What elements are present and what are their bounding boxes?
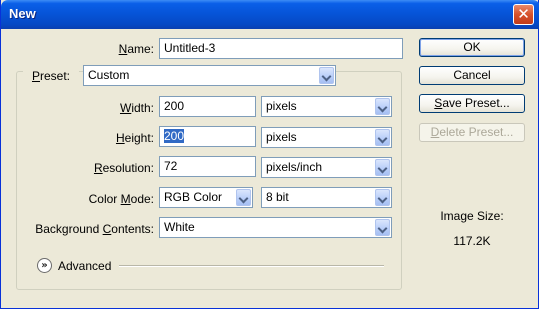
chevron-down-icon[interactable]	[375, 219, 390, 236]
width-unit-select[interactable]: pixels	[261, 96, 392, 117]
height-input[interactable]: 200	[159, 126, 256, 147]
height-unit-value: pixels	[266, 130, 297, 144]
color-mode-value: RGB Color	[164, 190, 223, 204]
width-label: Width:	[119, 101, 154, 115]
height-unit-select[interactable]: pixels	[261, 127, 392, 148]
name-label: Name:	[118, 42, 154, 56]
background-contents-label: Background Contents:	[35, 222, 154, 236]
bit-depth-value: 8 bit	[266, 190, 289, 204]
close-icon[interactable]: ✕	[513, 4, 534, 25]
chevron-down-icon[interactable]	[375, 159, 390, 176]
cancel-button[interactable]: Cancel	[419, 66, 525, 85]
ok-button[interactable]: OK	[419, 38, 525, 57]
title-bar[interactable]: New ✕	[1, 0, 539, 29]
height-selected-text: 200	[164, 129, 185, 143]
resolution-label: Resolution:	[93, 161, 154, 175]
chevron-down-icon[interactable]	[319, 67, 334, 84]
resolution-unit-value: pixels/inch	[266, 160, 323, 174]
name-input[interactable]: Untitled-3	[159, 38, 403, 59]
image-size-value: 117.2K	[453, 234, 491, 248]
color-mode-label: Color Mode:	[88, 192, 154, 206]
height-label: Height:	[115, 131, 154, 145]
width-input[interactable]: 200	[159, 96, 256, 117]
expand-chevron-icon[interactable]: »	[37, 258, 52, 273]
bit-depth-select[interactable]: 8 bit	[261, 187, 392, 208]
preset-label: Preset:	[23, 69, 79, 83]
resolution-unit-select[interactable]: pixels/inch	[261, 157, 392, 178]
delete-preset-button: Delete Preset...	[419, 123, 525, 142]
preset-select[interactable]: Custom	[83, 65, 336, 86]
background-contents-value: White	[164, 220, 195, 234]
chevron-down-icon[interactable]	[375, 129, 390, 146]
new-document-dialog: New ✕ Name: Untitled-3 Preset: Custom Wi…	[0, 0, 539, 309]
chevron-down-icon[interactable]	[236, 189, 251, 206]
chevron-down-icon[interactable]	[375, 98, 390, 115]
chevron-down-icon[interactable]	[375, 189, 390, 206]
save-preset-button[interactable]: Save Preset...	[419, 94, 525, 113]
dialog-title: New	[9, 6, 36, 21]
background-contents-select[interactable]: White	[159, 217, 392, 238]
advanced-divider	[119, 265, 384, 267]
preset-value: Custom	[88, 68, 130, 82]
resolution-input[interactable]: 72	[159, 156, 256, 177]
color-mode-select[interactable]: RGB Color	[159, 187, 253, 208]
advanced-label[interactable]: Advanced	[58, 259, 111, 273]
width-unit-value: pixels	[266, 99, 297, 113]
image-size-label: Image Size:	[440, 209, 504, 223]
